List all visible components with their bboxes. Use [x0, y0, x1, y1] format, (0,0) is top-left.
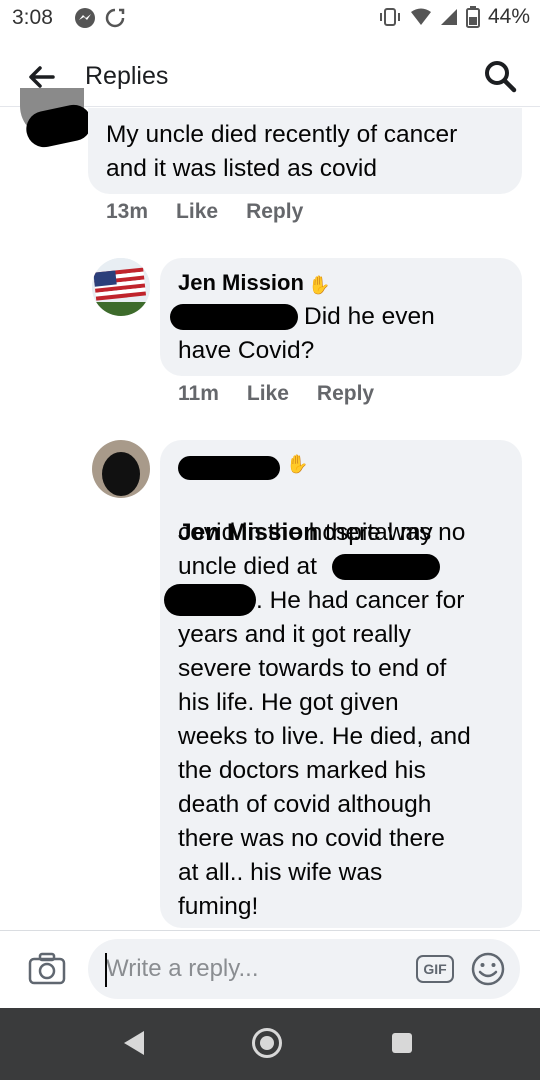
comment-text: uncle died at — [178, 553, 317, 580]
camera-icon[interactable] — [28, 951, 66, 985]
messenger-icon — [75, 8, 95, 28]
status-time: 3:08 — [12, 6, 53, 29]
nav-home-icon[interactable] — [252, 1028, 282, 1058]
avatar[interactable] — [92, 440, 150, 498]
system-indicators: 44% — [378, 5, 530, 29]
reply-button[interactable]: Reply — [246, 200, 303, 224]
comment-timestamp: 13m — [106, 200, 149, 223]
page-title: Replies — [85, 62, 169, 90]
text-cursor — [105, 953, 107, 987]
reply-button[interactable]: Reply — [317, 382, 374, 406]
wave-hand-icon: ✋ — [286, 454, 309, 474]
redaction-mark — [332, 554, 440, 580]
smiley-icon[interactable] — [470, 951, 506, 987]
comment-text: have Covid? — [178, 337, 315, 364]
comment-text: years and it got really severe towards t… — [178, 621, 471, 920]
comment-actions: 11m Like Reply — [178, 382, 374, 406]
reply-composer: GIF — [0, 930, 540, 1009]
comment-text: Did he even — [304, 303, 435, 330]
like-button[interactable]: Like — [247, 382, 289, 406]
notification-icons — [74, 7, 126, 29]
avatar[interactable] — [92, 258, 150, 316]
comment-actions: 13m Like Reply — [106, 200, 303, 224]
comment-bubble: ✋ Jen Mission there was no covid in the … — [160, 440, 522, 928]
comment-bubble: Jen Mission ✋ Did he even have Covid? — [160, 258, 522, 376]
flag-icon — [92, 258, 150, 316]
comment-author-row: Jen Mission ✋ — [178, 270, 331, 296]
search-icon[interactable] — [482, 58, 518, 94]
nav-recents-icon[interactable] — [392, 1033, 412, 1053]
like-button[interactable]: Like — [176, 200, 218, 224]
nav-back-icon[interactable] — [122, 1030, 146, 1056]
gif-button[interactable]: GIF — [416, 955, 454, 983]
battery-icon — [465, 6, 480, 28]
vibrate-icon — [379, 8, 400, 26]
comment-author[interactable]: Jen Mission — [178, 270, 304, 295]
comment-timestamp: 11m — [178, 382, 219, 405]
redaction-mark — [164, 584, 256, 616]
wave-hand-icon: ✋ — [308, 275, 331, 296]
comment-text: covid in the hospital my — [178, 519, 433, 546]
battery-percentage: 44% — [487, 5, 530, 28]
status-bar: 3:08 44% — [0, 0, 540, 40]
comment-bubble: My uncle died recently of cancer and it … — [88, 108, 522, 194]
sync-icon — [105, 8, 125, 28]
comment-text: . He had cancer for — [256, 587, 465, 614]
comment-text: My uncle died recently of cancer and it … — [106, 121, 458, 182]
system-nav-bar — [0, 1008, 540, 1080]
reply-input[interactable] — [88, 939, 520, 999]
redaction-mark — [178, 456, 280, 480]
wifi-icon — [410, 8, 431, 25]
redaction-mark — [170, 304, 298, 330]
signal-icon — [440, 9, 457, 25]
